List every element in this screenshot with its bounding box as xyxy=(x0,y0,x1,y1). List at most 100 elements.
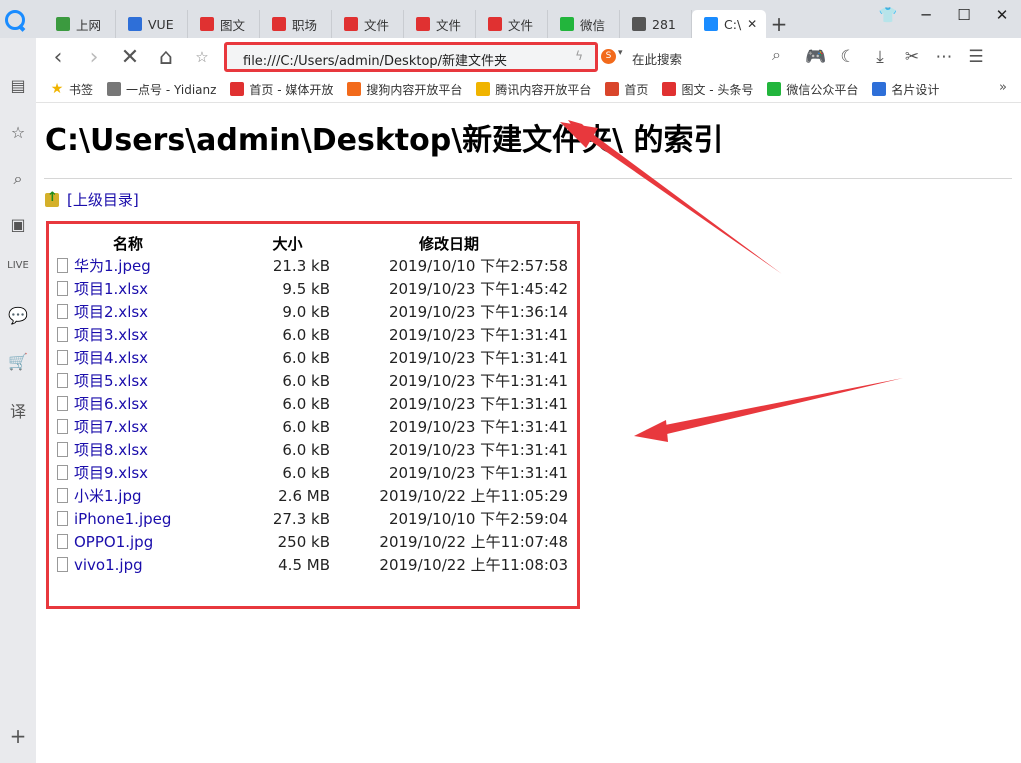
column-header-name[interactable]: 名称 xyxy=(57,232,245,254)
lightning-icon[interactable]: ϟ xyxy=(575,49,583,63)
file-link[interactable]: iPhone1.jpeg xyxy=(74,510,171,528)
more-icon[interactable]: ⋯ xyxy=(928,47,960,67)
night-mode-icon[interactable]: ☾ xyxy=(832,47,864,67)
file-link[interactable]: 项目7.xlsx xyxy=(74,418,148,436)
bookmark-item[interactable]: 名片设计 xyxy=(872,81,939,98)
search-box[interactable]: S ▾ 在此搜索 ⌕ xyxy=(596,42,796,72)
file-link[interactable]: 华为1.jpeg xyxy=(74,257,151,275)
tab-0[interactable]: 上网 xyxy=(44,10,116,38)
search-icon[interactable]: ⌕ xyxy=(772,45,781,65)
tab-label: 微信 xyxy=(580,17,606,33)
table-row: 华为1.jpeg 21.3 kB 2019/10/10 下午2:57:58 xyxy=(57,254,568,277)
bookmark-label: 首页 xyxy=(624,82,649,97)
address-bar[interactable]: file:///C:/Users/admin/Desktop/新建文件夹 ϟ xyxy=(224,42,598,72)
star-icon[interactable]: ☆ xyxy=(0,123,36,142)
file-link[interactable]: 项目6.xlsx xyxy=(74,395,148,413)
download-icon[interactable]: ⤓ xyxy=(864,47,896,67)
file-date-cell: 2019/10/23 下午1:31:41 xyxy=(388,372,568,390)
file-date-cell: 2019/10/23 下午1:31:41 xyxy=(388,464,568,482)
file-date-cell: 2019/10/23 下午1:31:41 xyxy=(388,349,568,367)
back-button[interactable]: ‹ xyxy=(42,38,74,76)
bookmark-item[interactable]: 一点号 - Yidianz xyxy=(107,81,216,98)
forward-button[interactable]: › xyxy=(78,38,110,76)
file-date-cell: 2019/10/23 下午1:31:41 xyxy=(388,395,568,413)
minimize-button[interactable]: ─ xyxy=(907,6,945,24)
chevron-down-icon[interactable]: ▾ xyxy=(618,48,623,58)
chat-icon[interactable]: 💬 xyxy=(0,306,36,325)
file-size-cell: 21.3 kB xyxy=(272,256,330,275)
file-link[interactable]: 项目5.xlsx xyxy=(74,372,148,390)
tab-6[interactable]: 文件 xyxy=(476,10,548,38)
close-window-button[interactable]: ✕ xyxy=(983,6,1021,24)
file-link[interactable]: OPPO1.jpg xyxy=(74,533,153,551)
bookmark-item[interactable]: 图文 - 头条号 xyxy=(662,81,753,98)
tab-strip: 上网 VUE 图文 职场 文件 文件 文件 微信 281 C:\ ✕ + xyxy=(44,10,792,38)
bookmark-item[interactable]: ★ 书签 xyxy=(50,81,93,98)
tab-5[interactable]: 文件 xyxy=(404,10,476,38)
file-link[interactable]: vivo1.jpg xyxy=(74,556,143,574)
stop-loading-button[interactable]: ✕ xyxy=(114,38,146,76)
menu-icon[interactable]: ☰ xyxy=(960,47,992,67)
tab-favicon-icon xyxy=(344,17,358,31)
bookmark-item[interactable]: 腾讯内容开放平台 xyxy=(476,81,591,98)
add-icon[interactable]: + xyxy=(0,724,36,748)
bookmark-item[interactable]: 搜狗内容开放平台 xyxy=(347,81,462,98)
bookmarks-overflow-icon[interactable]: » xyxy=(999,80,1007,95)
file-date-cell: 2019/10/23 下午1:31:41 xyxy=(388,418,568,436)
file-link[interactable]: 小米1.jpg xyxy=(74,487,142,505)
file-icon xyxy=(57,465,68,480)
file-size-cell: 6.0 kB xyxy=(282,417,330,436)
video-icon[interactable]: ▣ xyxy=(0,215,36,234)
address-url[interactable]: file:///C:/Users/admin/Desktop/新建文件夹 xyxy=(243,50,507,69)
file-size-cell: 6.0 kB xyxy=(282,394,330,413)
tab-9[interactable]: C:\ ✕ xyxy=(692,10,766,38)
maximize-button[interactable]: ☐ xyxy=(945,6,983,24)
cart-icon[interactable]: 🛒 xyxy=(0,352,36,371)
new-tab-button[interactable]: + xyxy=(766,10,792,38)
file-name-cell: 项目6.xlsx xyxy=(57,392,245,415)
bookmark-item[interactable]: 微信公众平台 xyxy=(767,81,858,98)
scissors-icon[interactable]: ✂ xyxy=(896,47,928,67)
file-date-cell: 2019/10/10 下午2:57:58 xyxy=(388,257,568,275)
parent-directory-link[interactable]: [上级目录] xyxy=(67,189,139,210)
tab-2[interactable]: 图文 xyxy=(188,10,260,38)
bookmark-item[interactable]: 首页 - 媒体开放 xyxy=(230,81,333,98)
bookmark-favicon-icon xyxy=(476,82,491,96)
skin-icon[interactable]: 👕 xyxy=(869,6,907,24)
file-link[interactable]: 项目1.xlsx xyxy=(74,280,148,298)
file-link[interactable]: 项目4.xlsx xyxy=(74,349,148,367)
favorite-star-icon[interactable]: ☆ xyxy=(186,38,218,76)
reader-icon[interactable]: ▤ xyxy=(0,76,36,95)
live-icon[interactable]: LIVE xyxy=(0,260,36,271)
search-icon[interactable]: ⌕ xyxy=(0,169,36,189)
bookmark-favicon-icon xyxy=(662,82,677,96)
game-icon[interactable]: 🎮 xyxy=(800,47,832,67)
file-size-cell: 9.0 kB xyxy=(282,302,330,321)
home-button[interactable]: ⌂ xyxy=(150,38,182,76)
search-input[interactable]: 在此搜索 xyxy=(632,49,682,68)
file-date-cell: 2019/10/23 下午1:45:42 xyxy=(388,280,568,298)
tab-3[interactable]: 职场 xyxy=(260,10,332,38)
file-size-cell: 6.0 kB xyxy=(282,348,330,367)
sogou-search-icon[interactable]: S xyxy=(601,49,616,64)
tab-favicon-icon xyxy=(416,17,430,31)
parent-directory[interactable]: [上级目录] xyxy=(45,189,139,210)
file-link[interactable]: 项目9.xlsx xyxy=(74,464,148,482)
file-link[interactable]: 项目3.xlsx xyxy=(74,326,148,344)
bookmark-favicon-icon xyxy=(605,82,620,96)
browser-logo-icon[interactable] xyxy=(5,10,25,30)
close-tab-icon[interactable]: ✕ xyxy=(747,17,757,31)
tab-8[interactable]: 281 xyxy=(620,10,692,38)
tab-4[interactable]: 文件 xyxy=(332,10,404,38)
bookmark-item[interactable]: 首页 xyxy=(605,81,648,98)
file-link[interactable]: 项目2.xlsx xyxy=(74,303,148,321)
translate-icon[interactable]: 译 xyxy=(0,398,36,422)
file-size-cell: 6.0 kB xyxy=(282,325,330,344)
tab-1[interactable]: VUE xyxy=(116,10,188,38)
file-icon xyxy=(57,396,68,411)
tab-7[interactable]: 微信 xyxy=(548,10,620,38)
column-header-size[interactable]: 大小 xyxy=(245,232,330,254)
file-icon xyxy=(57,510,68,526)
column-header-date[interactable]: 修改日期 xyxy=(330,232,568,254)
file-link[interactable]: 项目8.xlsx xyxy=(74,441,148,459)
